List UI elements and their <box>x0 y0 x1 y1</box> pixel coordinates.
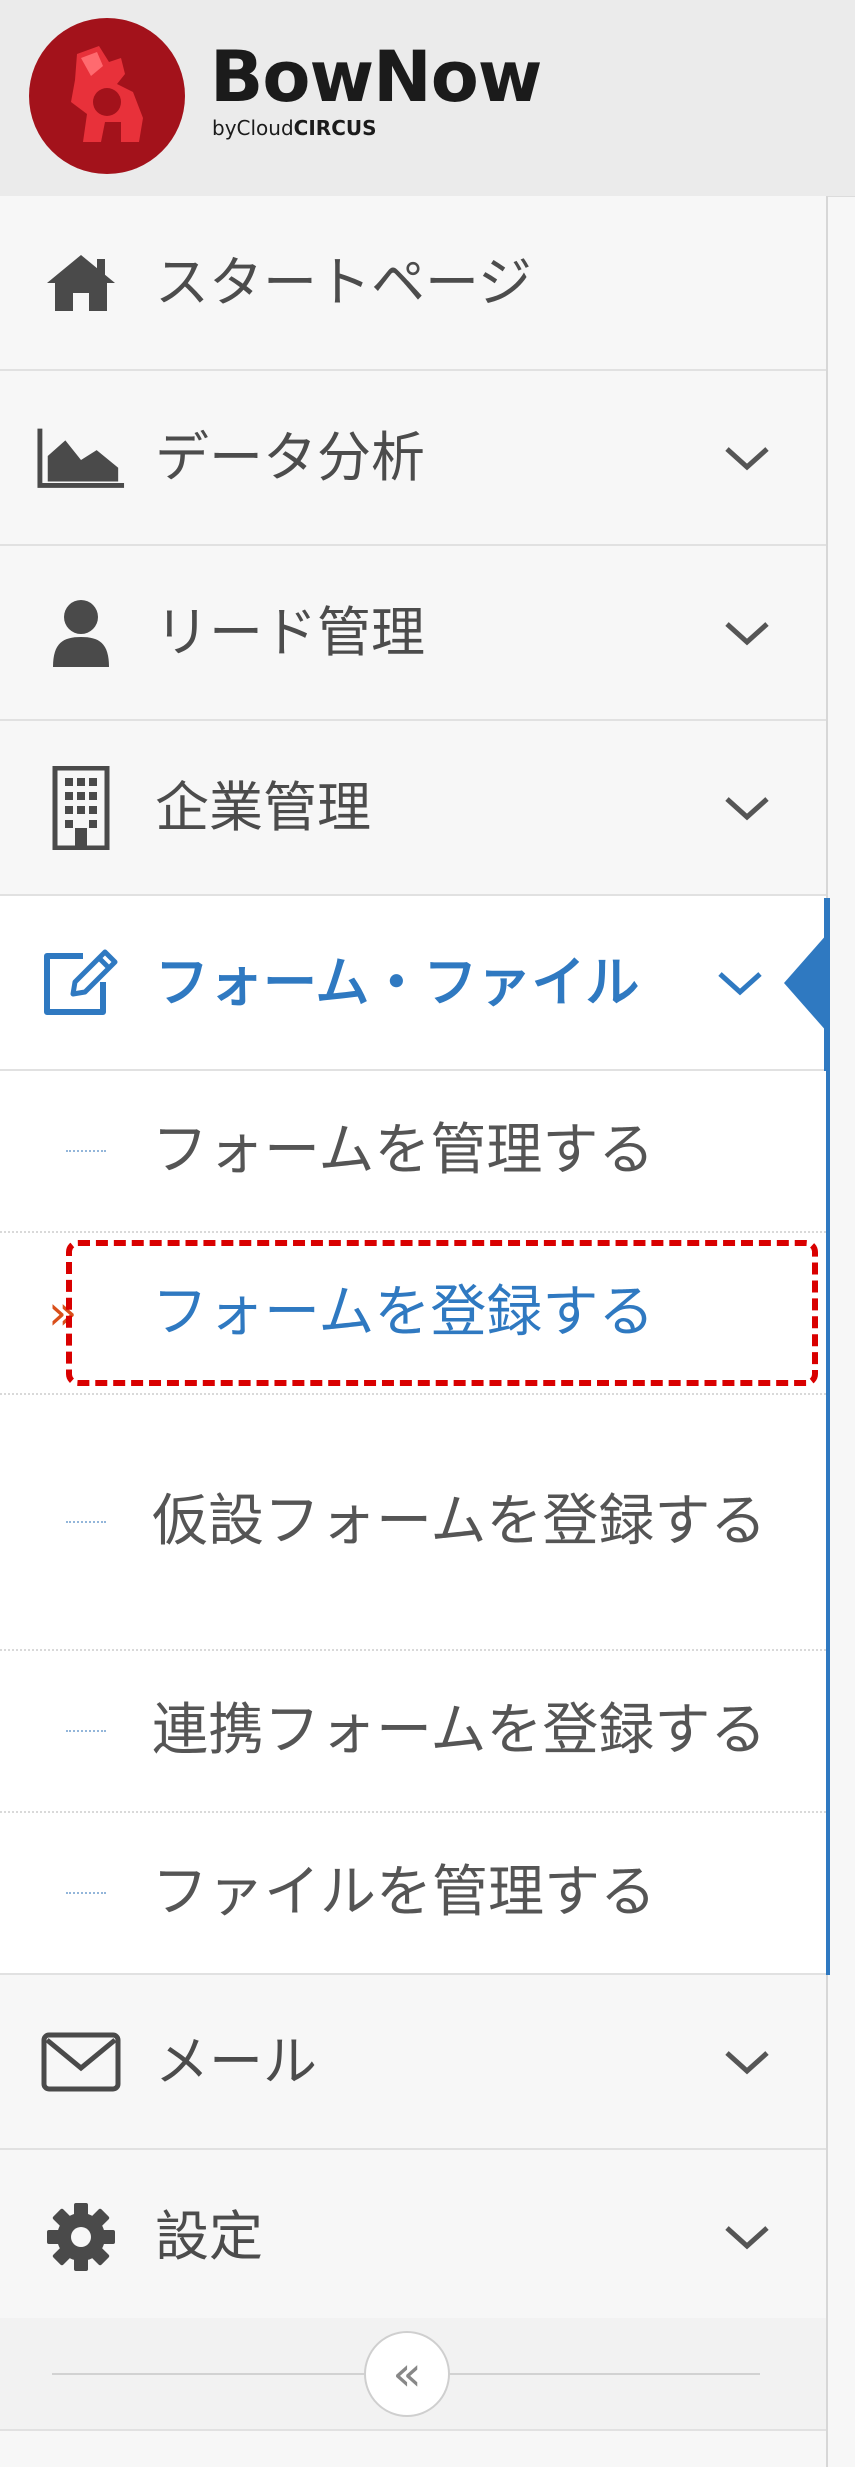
sidebar-item-label: メール <box>155 2029 317 2093</box>
sidebar-item-settings[interactable]: 設定 <box>0 2150 826 2325</box>
form-file-submenu: フォームを管理する » フォームを登録する 仮設フォームを登録する 連携フォーム… <box>0 898 830 1975</box>
byline-circus: CIRCUS <box>293 116 377 140</box>
chevron-down-icon[interactable] <box>716 968 764 998</box>
tree-connector <box>66 1150 106 1152</box>
active-indicator-arrow <box>784 932 828 1033</box>
submenu-item-manage-files[interactable]: ファイルを管理する <box>0 1813 826 1975</box>
tree-connector <box>66 1521 106 1523</box>
brand-logotype: BowNow byCloudCIRCUS <box>210 36 542 138</box>
submenu-item-register-temp-form[interactable]: 仮設フォームを登録する <box>0 1395 826 1651</box>
building-icon <box>36 765 126 850</box>
submenu-item-label: 仮設フォームを登録する <box>152 1489 767 1554</box>
home-icon <box>36 243 126 323</box>
sidebar-item-lead-management[interactable]: リード管理 <box>0 546 826 721</box>
user-icon <box>36 593 126 673</box>
sidebar-item-label: データ分析 <box>155 425 425 489</box>
sidebar-item-label: 設定 <box>155 2204 263 2268</box>
app-header: BowNow byCloudCIRCUS <box>0 0 855 197</box>
envelope-icon <box>36 2022 126 2102</box>
sidebar-item-start-page[interactable]: スタートページ <box>0 196 826 371</box>
area-chart-icon <box>36 418 126 498</box>
submenu-item-manage-forms[interactable]: フォームを管理する <box>0 1071 826 1233</box>
chevron-down-icon[interactable] <box>723 443 771 473</box>
chevron-down-icon[interactable] <box>723 2222 771 2252</box>
sidebar-item-mail[interactable]: メール <box>0 1975 826 2150</box>
edit-icon <box>36 943 126 1023</box>
sidebar-item-label: 企業管理 <box>155 775 371 839</box>
byline-prefix: by <box>212 116 237 140</box>
brand-name: BowNow <box>210 36 542 118</box>
submenu-item-register-form[interactable]: » フォームを登録する <box>0 1233 826 1395</box>
brand-byline: byCloudCIRCUS <box>212 118 541 138</box>
collapse-sidebar-button[interactable]: « <box>364 2331 450 2417</box>
submenu-item-label: フォームを管理する <box>152 1118 655 1183</box>
tree-connector <box>66 1892 106 1894</box>
highlight-box <box>66 1240 818 1386</box>
tree-connector <box>66 1730 106 1732</box>
submenu-item-register-linked-form[interactable]: 連携フォームを登録する <box>0 1651 826 1813</box>
sidebar-menu: スタートページ データ分析 リード管理 企業管理 フォーム・ファイル フォームを… <box>0 196 830 2325</box>
byline-cloud: Cloud <box>236 116 294 140</box>
chevron-down-icon[interactable] <box>723 618 771 648</box>
submenu-item-label: 連携フォームを登録する <box>152 1698 767 1763</box>
sidebar-footer: « <box>0 2318 826 2431</box>
chevron-down-icon[interactable] <box>723 2047 771 2077</box>
sidebar-item-label: リード管理 <box>155 600 425 664</box>
bownow-dog-logo-icon[interactable] <box>29 18 185 174</box>
sidebar-item-form-file[interactable]: フォーム・ファイル <box>0 896 828 1071</box>
sidebar-item-label: フォーム・ファイル <box>155 950 640 1014</box>
chevron-down-icon[interactable] <box>723 793 771 823</box>
submenu-item-label: ファイルを管理する <box>152 1860 656 1925</box>
sidebar-item-data-analysis[interactable]: データ分析 <box>0 371 826 546</box>
gear-icon <box>36 2197 126 2277</box>
sidebar-item-label: スタートページ <box>155 250 532 314</box>
sidebar-item-company-management[interactable]: 企業管理 <box>0 721 826 896</box>
